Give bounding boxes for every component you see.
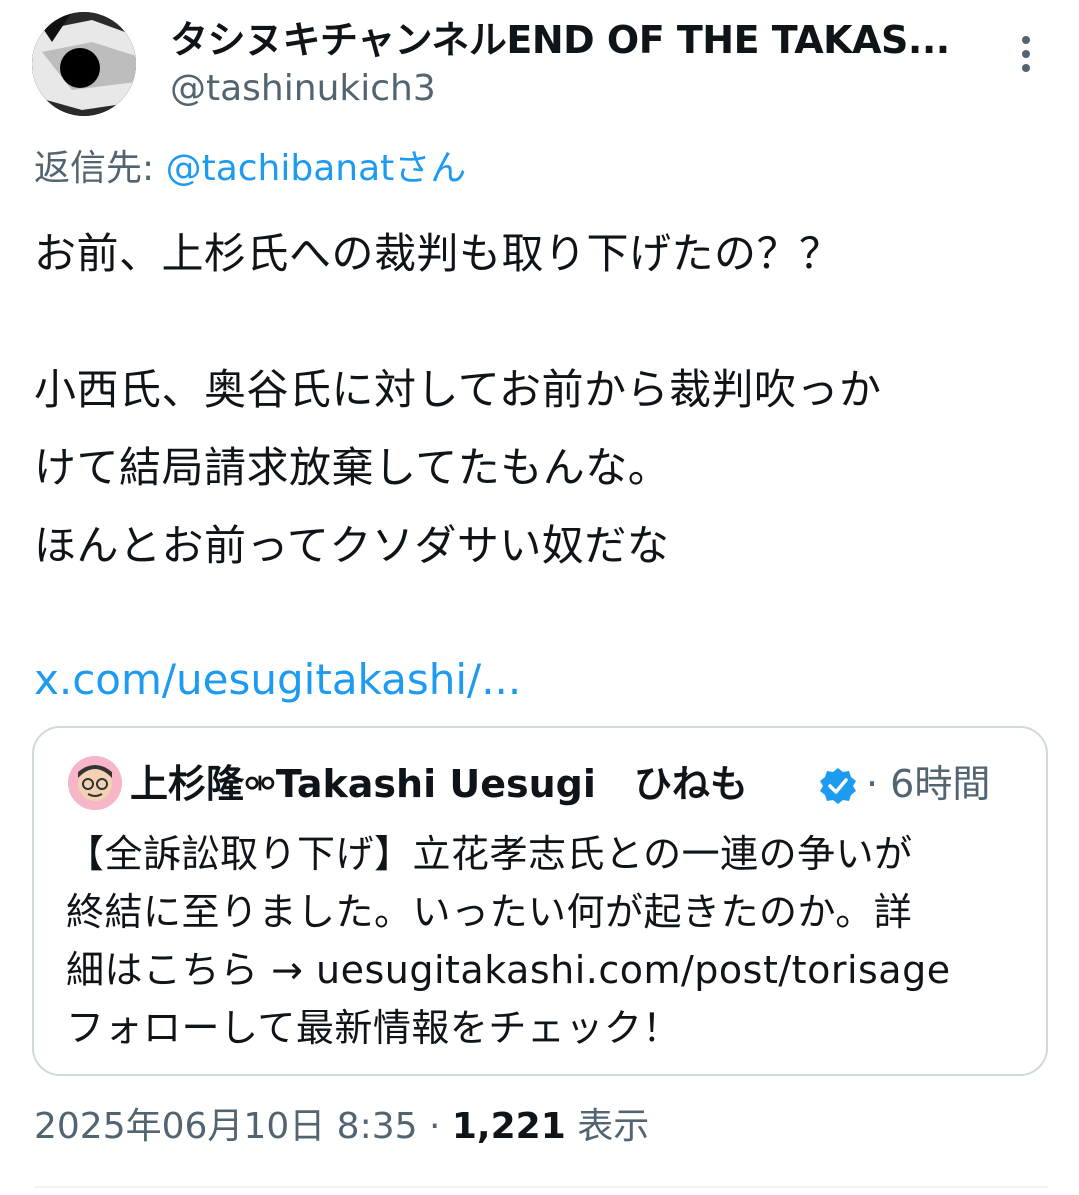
reply-prefix: 返信先:: [34, 148, 166, 189]
author-avatar[interactable]: [32, 12, 136, 116]
quote-author-avatar[interactable]: [68, 756, 122, 810]
quote-text-line: 【全訴訟取り下げ】立花孝志氏との一連の争いが: [66, 832, 913, 876]
quote-text-line: 細はこちら → uesugitakashi.com/post/torisage: [66, 948, 951, 992]
quote-text-line: フォローして最新情報をチェック！: [66, 1006, 681, 1050]
author-handle[interactable]: @tashinukich3: [170, 64, 436, 114]
views-label: 表示: [565, 1106, 650, 1147]
flag-avatar-icon: [32, 12, 136, 116]
tweet-datetime[interactable]: 2025年06月10日 8:35: [34, 1106, 418, 1147]
author-display-name[interactable]: タシヌキチャンネルEND OF THE TAKAS...: [170, 12, 990, 68]
views-count: 1,221: [451, 1106, 566, 1147]
quote-text-line: 終結に至りました。いったい何が起きたのか。詳: [66, 890, 913, 934]
quoted-tweet-card[interactable]: 上杉隆⚮Takashi Uesugi ひねも... · 6時間 【全訴訟取り下げ…: [32, 726, 1048, 1076]
meta-separator: ·: [417, 1106, 452, 1147]
tweet-link[interactable]: x.com/uesugitakashi/...: [34, 652, 521, 708]
tweet-meta: 2025年06月10日 8:35 · 1,221 表示: [34, 1100, 649, 1154]
reply-context: 返信先: @tachibanatさん: [34, 144, 466, 194]
tweet-text-line: ほんとお前ってクソダサい奴だな: [34, 521, 670, 570]
reply-mention-link[interactable]: @tachibanat: [166, 148, 395, 189]
divider: [34, 1186, 1048, 1188]
quote-author-name[interactable]: 上杉隆⚮Takashi Uesugi ひねも...: [130, 758, 750, 810]
tweet-detail: タシヌキチャンネルEND OF THE TAKAS... @tashinukic…: [0, 0, 1079, 1195]
cartoon-face-avatar-icon: [68, 756, 122, 810]
tweet-text-line: けて結局請求放棄してたもんな。: [34, 443, 671, 492]
quote-timestamp[interactable]: · 6時間: [866, 758, 990, 810]
tweet-text-line: 小西氏、奥谷氏に対してお前から裁判吹っか: [34, 365, 882, 414]
verified-badge-icon: [820, 768, 856, 804]
tweet-text-line: お前、上杉氏への裁判も取り下げたの？？: [34, 229, 842, 278]
more-vertical-icon[interactable]: [1012, 32, 1040, 76]
reply-suffix: さん: [394, 148, 467, 189]
